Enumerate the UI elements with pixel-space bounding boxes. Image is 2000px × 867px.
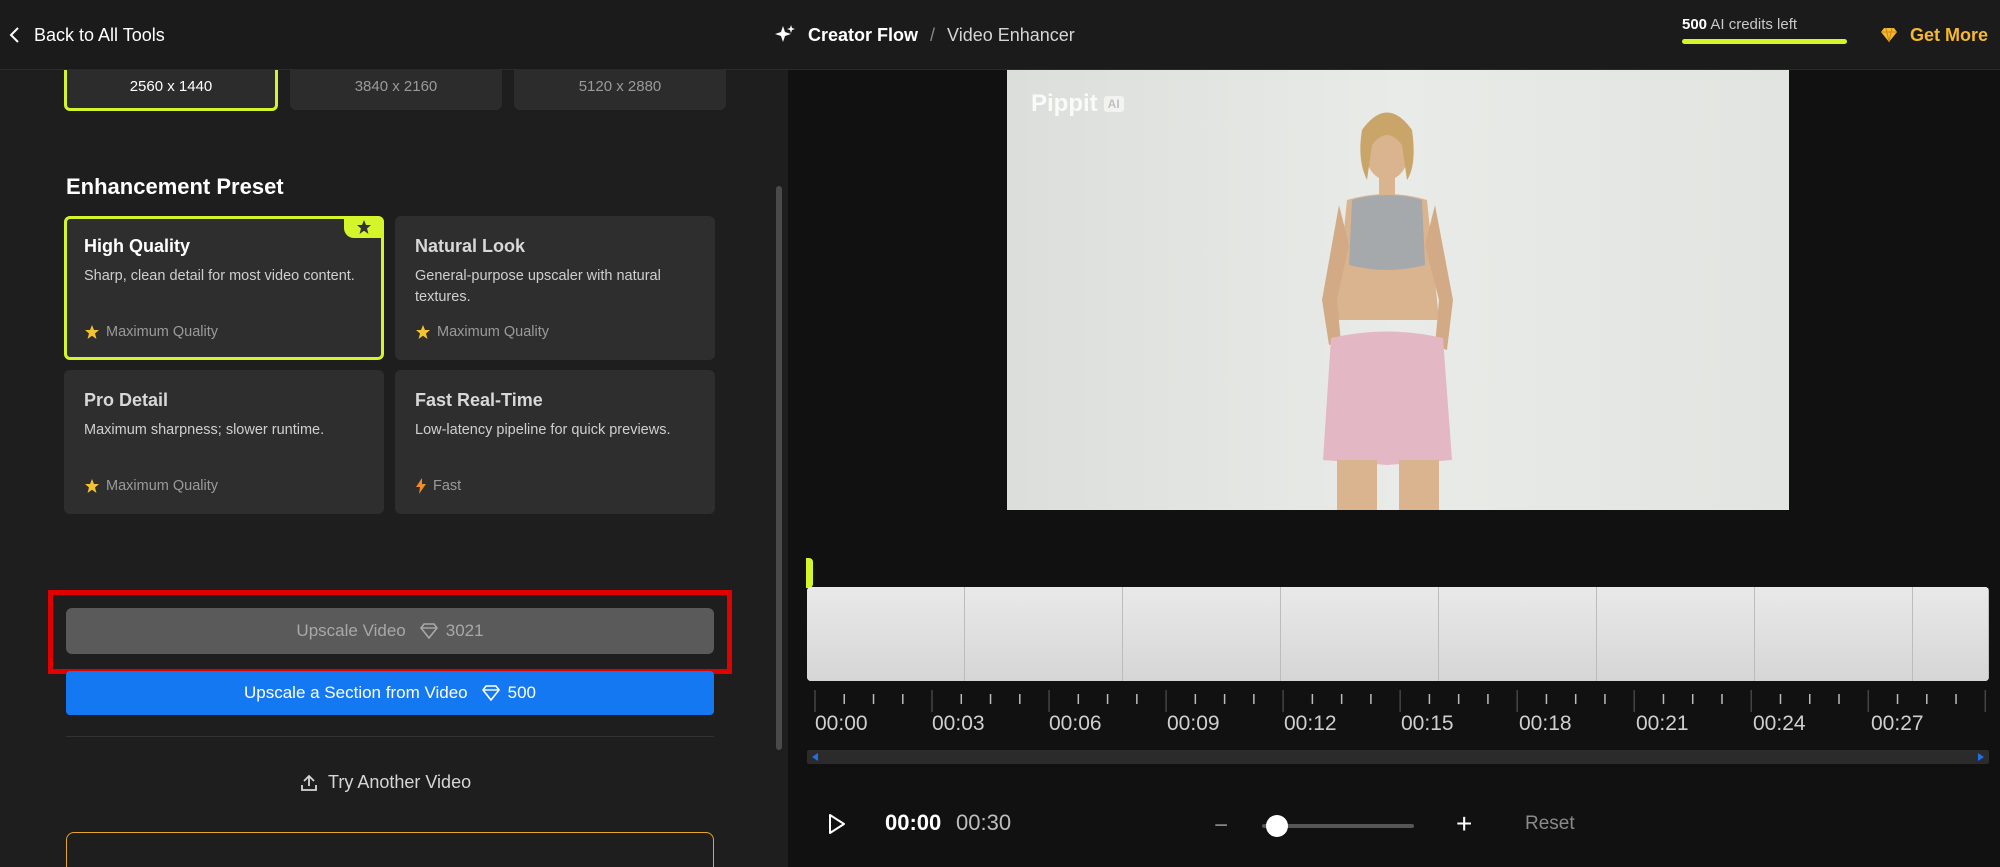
preset-card-fast-real-time[interactable]: Fast Real-Time Low-latency pipeline for … bbox=[395, 370, 715, 514]
upscale-section-button[interactable]: Upscale a Section from Video 500 bbox=[66, 671, 714, 715]
preset-title: Fast Real-Time bbox=[415, 390, 543, 410]
preset-description: Sharp, clean detail for most video conte… bbox=[84, 268, 355, 284]
ruler-label: 00:03 bbox=[932, 712, 985, 735]
breadcrumb-current: Video Enhancer bbox=[947, 24, 1075, 45]
credits-label: AI credits left bbox=[1710, 16, 1798, 33]
reset-zoom-button[interactable]: Reset bbox=[1525, 813, 1575, 835]
filmstrip-frame bbox=[1123, 587, 1281, 681]
credits-count: 500 bbox=[1682, 16, 1708, 33]
filmstrip-frame bbox=[1755, 587, 1913, 681]
panel-scrollbar[interactable] bbox=[776, 186, 782, 750]
ruler-label: 00:06 bbox=[1049, 712, 1102, 735]
top-bar: Back to All Tools Creator Flow / Video E… bbox=[0, 0, 2000, 70]
timeline-scrollbar[interactable] bbox=[807, 750, 1989, 764]
zoom-in-button[interactable]: + bbox=[1456, 808, 1472, 840]
preview-area: Pippit AI 00:00 00:03 00:06 00:09 00:12 … bbox=[788, 70, 2000, 867]
star-icon bbox=[85, 479, 99, 493]
preset-description: Low-latency pipeline for quick previews. bbox=[415, 422, 671, 438]
upscale-section-label: Upscale a Section from Video bbox=[243, 683, 468, 702]
watermark-badge: AI bbox=[1103, 96, 1124, 112]
back-label: Back to All Tools bbox=[34, 24, 165, 45]
filmstrip-frame bbox=[1913, 587, 1989, 681]
filmstrip-frame bbox=[1597, 587, 1755, 681]
timeline-start-marker[interactable] bbox=[806, 558, 813, 588]
preset-card-high-quality[interactable]: High Quality Sharp, clean detail for mos… bbox=[64, 216, 384, 360]
credits-bar bbox=[1682, 39, 1847, 44]
try-another-label: Try Another Video bbox=[328, 772, 472, 792]
watermark: Pippit AI bbox=[1031, 90, 1124, 118]
preset-tag-label: Maximum Quality bbox=[106, 324, 218, 340]
preset-card-pro-detail[interactable]: Pro Detail Maximum sharpness; slower run… bbox=[64, 370, 384, 514]
breadcrumb-parent[interactable]: Creator Flow bbox=[808, 25, 918, 46]
featured-badge bbox=[344, 216, 384, 238]
annotation-highlight-box bbox=[48, 590, 732, 674]
star-icon bbox=[357, 220, 371, 234]
preset-tag-label: Fast bbox=[433, 478, 462, 494]
filmstrip-frame bbox=[965, 587, 1123, 681]
resolution-option[interactable]: 2560 x 1440 bbox=[64, 70, 278, 111]
play-icon[interactable] bbox=[828, 814, 846, 834]
zoom-out-button[interactable]: − bbox=[1214, 812, 1228, 840]
upload-icon bbox=[301, 774, 317, 791]
filmstrip-frame bbox=[807, 587, 965, 681]
ruler-label: 00:12 bbox=[1284, 712, 1337, 735]
preset-title: Natural Look bbox=[415, 236, 526, 256]
resolution-option[interactable]: 5120 x 2880 bbox=[514, 70, 726, 110]
star-icon bbox=[416, 325, 430, 339]
resolution-option[interactable]: 3840 x 2160 bbox=[290, 70, 502, 110]
preset-tag: Fast bbox=[415, 478, 461, 494]
get-more-button[interactable]: Get More bbox=[1880, 20, 1988, 50]
video-preview[interactable]: Pippit AI bbox=[1007, 70, 1789, 510]
total-time: 00:30 bbox=[956, 810, 1012, 835]
diamond-icon bbox=[481, 685, 500, 701]
watermark-text: Pippit bbox=[1031, 90, 1098, 117]
zoom-slider-handle[interactable] bbox=[1266, 815, 1288, 837]
resolution-options: 2560 x 1440 3840 x 2160 5120 x 2880 bbox=[64, 70, 726, 111]
sparkle-icon bbox=[775, 25, 795, 42]
timeline-filmstrip[interactable] bbox=[807, 587, 1989, 681]
ruler-label: 00:24 bbox=[1753, 712, 1806, 735]
chevron-left-icon bbox=[9, 27, 19, 43]
preset-tag-label: Maximum Quality bbox=[437, 324, 549, 340]
try-another-video-button[interactable]: Try Another Video bbox=[300, 772, 471, 793]
filmstrip-frame bbox=[1439, 587, 1597, 681]
player-controls: 00:00 00:30 − + Reset bbox=[788, 800, 2000, 850]
upscale-section-cost: 500 bbox=[507, 683, 536, 702]
preset-title: High Quality bbox=[84, 236, 191, 256]
preset-description: General-purpose upscaler with natural te… bbox=[415, 268, 661, 305]
back-to-tools-link[interactable]: Back to All Tools bbox=[8, 20, 165, 50]
ruler-label: 00:00 bbox=[815, 712, 868, 735]
preset-tag: Maximum Quality bbox=[84, 478, 218, 494]
ruler-ticks bbox=[814, 690, 1987, 712]
ruler-label: 00:18 bbox=[1519, 712, 1572, 735]
preset-description: Maximum sharpness; slower runtime. bbox=[84, 422, 325, 438]
model-figure bbox=[1322, 112, 1453, 510]
scroll-left-arrow-icon[interactable] bbox=[812, 753, 818, 761]
credits-meter: 500 AI credits left bbox=[1682, 16, 1847, 44]
ruler-label: 00:27 bbox=[1871, 712, 1924, 735]
current-time: 00:00 bbox=[885, 810, 942, 835]
breadcrumb: Creator Flow / Video Enhancer bbox=[774, 20, 1075, 50]
preset-card-natural-look[interactable]: Natural Look General-purpose upscaler wi… bbox=[395, 216, 715, 360]
section-title: Enhancement Preset bbox=[66, 174, 284, 199]
ruler-label: 00:15 bbox=[1401, 712, 1454, 735]
lightning-icon bbox=[416, 478, 426, 494]
ruler-label: 00:09 bbox=[1167, 712, 1220, 735]
preset-tag-label: Maximum Quality bbox=[106, 478, 218, 494]
filmstrip-frame bbox=[1281, 587, 1439, 681]
divider bbox=[66, 736, 714, 737]
scroll-right-arrow-icon[interactable] bbox=[1978, 753, 1984, 761]
get-more-label: Get More bbox=[1910, 24, 1989, 45]
preset-title: Pro Detail bbox=[84, 390, 169, 410]
promo-card bbox=[66, 832, 714, 867]
timeline-ruler: 00:00 00:03 00:06 00:09 00:12 00:15 00:1… bbox=[807, 690, 1989, 735]
breadcrumb-separator: / bbox=[930, 24, 936, 45]
star-icon bbox=[85, 325, 99, 339]
settings-panel: 2560 x 1440 3840 x 2160 5120 x 2880 Enha… bbox=[0, 70, 788, 867]
preset-tag: Maximum Quality bbox=[415, 324, 549, 340]
ruler-label: 00:21 bbox=[1636, 712, 1689, 735]
preset-tag: Maximum Quality bbox=[84, 324, 218, 340]
diamond-icon bbox=[1881, 27, 1897, 43]
